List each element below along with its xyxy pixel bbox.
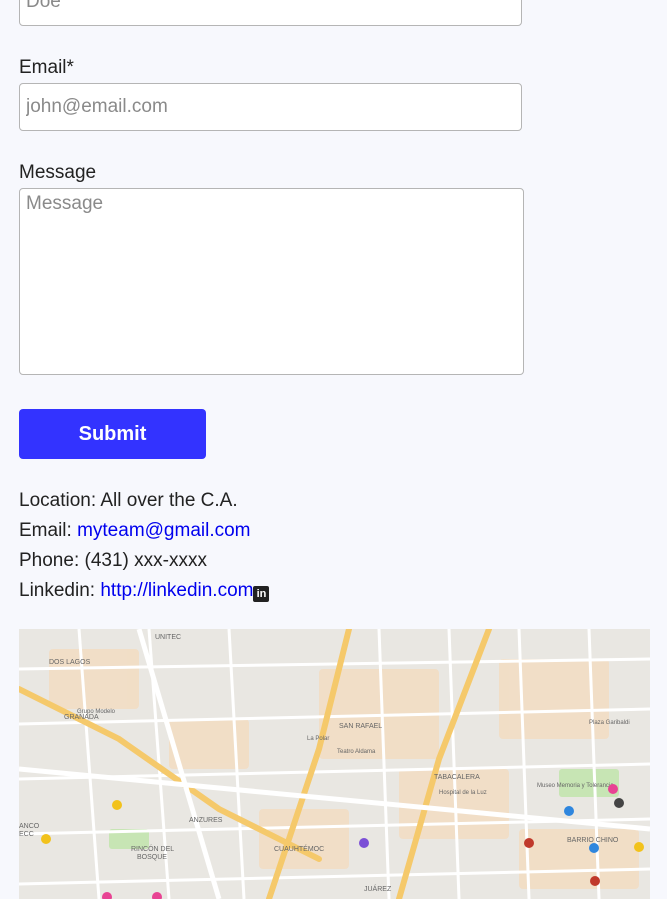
- location-value: All over the C.A.: [100, 490, 238, 511]
- map-label-dos-lagos: DOS LAGOS: [49, 659, 91, 666]
- location-map[interactable]: UNITEC DOS LAGOS GRANADA Grupo Modelo AN…: [19, 629, 650, 899]
- map-pin-red-1: [524, 838, 534, 848]
- map-label-bosque: BOSQUE: [137, 854, 167, 861]
- phone-value: (431) xxx-xxxx: [84, 550, 207, 571]
- map-label-unitec: UNITEC: [155, 634, 181, 641]
- map-label-rincon: RINCÓN DEL: [131, 844, 174, 853]
- map-pin-dark: [614, 798, 624, 808]
- map-canvas: UNITEC DOS LAGOS GRANADA Grupo Modelo AN…: [19, 629, 650, 899]
- linkedin-label: Linkedin:: [19, 580, 96, 601]
- map-label-cuauhtemoc: CUAUHTÉMOC: [274, 844, 324, 853]
- email-label: Email*: [19, 57, 74, 78]
- linkedin-link[interactable]: http://linkedin.com: [100, 580, 253, 601]
- map-label-museo: Museo Memoria y Tolerancia: [537, 783, 614, 789]
- map-label-teatro: Teatro Aldama: [337, 749, 376, 755]
- map-pin-pink-1: [608, 784, 618, 794]
- map-label-plaza-garibaldi: Plaza Garibaldi: [589, 720, 630, 726]
- map-label-hospital: Hospital de la Luz: [439, 790, 487, 796]
- last-name-input[interactable]: [19, 0, 522, 26]
- contact-email-link[interactable]: myteam@gmail.com: [77, 520, 250, 541]
- contact-info: Location: All over the C.A. Email: mytea…: [19, 486, 270, 606]
- linkedin-icon[interactable]: in: [253, 586, 270, 602]
- contact-email: Email: myteam@gmail.com: [19, 516, 269, 546]
- map-label-la-polar: La Polar: [307, 736, 329, 742]
- map-label-juarez: JUÁREZ: [364, 884, 392, 893]
- location-label: Location:: [19, 490, 97, 511]
- map-label-anzures: ANZURES: [189, 817, 223, 824]
- contact-email-label: Email:: [19, 520, 72, 541]
- map-label-ancho: ANCO: [19, 823, 40, 830]
- phone-label: Phone:: [19, 550, 80, 571]
- contact-page: Email* Message Submit Location: All over…: [0, 0, 667, 899]
- contact-phone: Phone: (431) xxx-xxxx: [19, 546, 269, 576]
- contact-linkedin: Linkedin: http://linkedin.com in: [19, 576, 270, 606]
- email-input[interactable]: [19, 83, 522, 131]
- message-textarea[interactable]: [19, 188, 524, 375]
- map-label-granada: GRANADA: [64, 714, 99, 721]
- map-pin-purple: [359, 838, 369, 848]
- map-label-tabacalera: TABACALERA: [434, 774, 480, 781]
- message-label: Message: [19, 162, 97, 183]
- map-label-san-rafael: SAN RAFAEL: [339, 723, 382, 730]
- map-label-grupo-modelo: Grupo Modelo: [77, 709, 116, 715]
- map-pin-blue-2: [589, 843, 599, 853]
- map-pin-blue-1: [564, 806, 574, 816]
- contact-location: Location: All over the C.A.: [19, 486, 269, 516]
- map-pin-red-2: [590, 876, 600, 886]
- map-pin-yellow-2: [41, 834, 51, 844]
- map-pin-yellow-3: [634, 842, 644, 852]
- map-pin-yellow-1: [112, 800, 122, 810]
- map-label-ecc: ECC: [19, 831, 34, 838]
- submit-button[interactable]: Submit: [19, 409, 206, 459]
- map-label-barrio-chino: BARRIO CHINO: [567, 837, 619, 844]
